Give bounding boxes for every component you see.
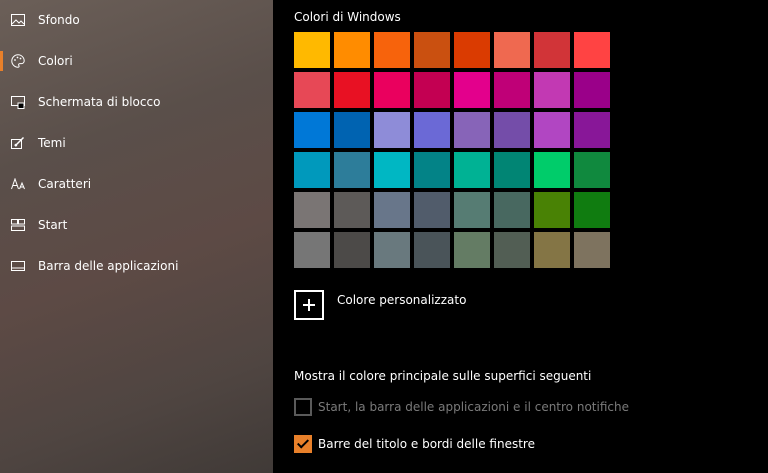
color-swatch[interactable] (534, 232, 570, 268)
sidebar-item-colori[interactable]: Colori (0, 41, 273, 81)
color-swatch[interactable] (454, 232, 490, 268)
lock-screen-icon (10, 94, 26, 110)
windows-colors-title: Colori di Windows (294, 10, 401, 24)
color-swatch[interactable] (414, 232, 450, 268)
color-swatch[interactable] (414, 152, 450, 188)
color-swatch[interactable] (374, 112, 410, 148)
start-taskbar-checkbox-row[interactable]: Start, la barra delle applicazioni e il … (294, 397, 629, 417)
color-swatch[interactable] (294, 112, 330, 148)
color-swatch[interactable] (294, 192, 330, 228)
color-swatch[interactable] (374, 32, 410, 68)
brush-icon (10, 135, 26, 151)
color-swatch[interactable] (534, 32, 570, 68)
color-swatch[interactable] (534, 112, 570, 148)
color-swatch[interactable] (294, 232, 330, 268)
start-taskbar-checkbox-label: Start, la barra delle applicazioni e il … (318, 400, 629, 414)
color-swatch[interactable] (494, 232, 530, 268)
sidebar-item-caratteri[interactable]: Caratteri (0, 164, 273, 204)
color-swatch[interactable] (334, 232, 370, 268)
sidebar-item-label: Start (38, 218, 68, 232)
sidebar-item-schermata-di-blocco[interactable]: Schermata di blocco (0, 82, 273, 122)
sidebar-item-label: Caratteri (38, 177, 92, 191)
color-swatch[interactable] (374, 192, 410, 228)
color-swatch-grid (294, 32, 610, 268)
color-swatch[interactable] (414, 32, 450, 68)
color-swatch[interactable] (454, 152, 490, 188)
color-swatch[interactable] (534, 72, 570, 108)
color-swatch[interactable] (454, 72, 490, 108)
titlebars-checkbox-row[interactable]: Barre del titolo e bordi delle finestre (294, 434, 535, 454)
color-swatch[interactable] (414, 112, 450, 148)
color-swatch[interactable] (494, 32, 530, 68)
sidebar-item-temi[interactable]: Temi (0, 123, 273, 163)
sidebar-item-label: Schermata di blocco (38, 95, 161, 109)
color-swatch[interactable] (574, 112, 610, 148)
color-swatch[interactable] (574, 32, 610, 68)
color-swatch[interactable] (574, 152, 610, 188)
color-swatch[interactable] (294, 152, 330, 188)
color-swatch[interactable] (334, 192, 370, 228)
color-swatch[interactable] (334, 32, 370, 68)
color-swatch[interactable] (494, 192, 530, 228)
color-swatch[interactable] (534, 152, 570, 188)
color-swatch[interactable] (574, 192, 610, 228)
color-swatch[interactable] (574, 232, 610, 268)
color-swatch[interactable] (374, 152, 410, 188)
sidebar-item-barra-delle-applicazioni[interactable]: Barra delle applicazioni (0, 246, 273, 286)
start-icon (10, 217, 26, 233)
color-swatch[interactable] (454, 32, 490, 68)
color-swatch[interactable] (494, 112, 530, 148)
color-swatch[interactable] (334, 152, 370, 188)
font-icon (10, 176, 26, 192)
surfaces-title: Mostra il colore principale sulle superf… (294, 369, 592, 383)
sidebar-item-label: Sfondo (38, 13, 80, 27)
sidebar-item-label: Temi (38, 136, 66, 150)
sidebar: Sfondo Colori Schermata di blocco Temi C… (0, 0, 273, 473)
color-swatch[interactable] (294, 32, 330, 68)
color-swatch[interactable] (494, 72, 530, 108)
color-swatch[interactable] (454, 192, 490, 228)
custom-color-label[interactable]: Colore personalizzato (337, 293, 466, 307)
custom-color-button[interactable] (294, 290, 324, 320)
sidebar-item-label: Colori (38, 54, 73, 68)
color-swatch[interactable] (534, 192, 570, 228)
color-swatch[interactable] (334, 72, 370, 108)
taskbar-icon (10, 258, 26, 274)
palette-icon (10, 53, 26, 69)
color-swatch[interactable] (374, 72, 410, 108)
titlebars-checkbox[interactable] (294, 435, 312, 453)
sidebar-item-label: Barra delle applicazioni (38, 259, 179, 273)
color-swatch[interactable] (414, 192, 450, 228)
color-swatch[interactable] (334, 112, 370, 148)
sidebar-item-sfondo[interactable]: Sfondo (0, 0, 273, 40)
sidebar-item-start[interactable]: Start (0, 205, 273, 245)
picture-icon (10, 12, 26, 28)
start-taskbar-checkbox[interactable] (294, 398, 312, 416)
titlebars-checkbox-label: Barre del titolo e bordi delle finestre (318, 437, 535, 451)
main-panel: Colori di Windows Colore personalizzato … (273, 0, 768, 473)
color-swatch[interactable] (414, 72, 450, 108)
color-swatch[interactable] (574, 72, 610, 108)
color-swatch[interactable] (494, 152, 530, 188)
color-swatch[interactable] (454, 112, 490, 148)
color-swatch[interactable] (374, 232, 410, 268)
color-swatch[interactable] (294, 72, 330, 108)
